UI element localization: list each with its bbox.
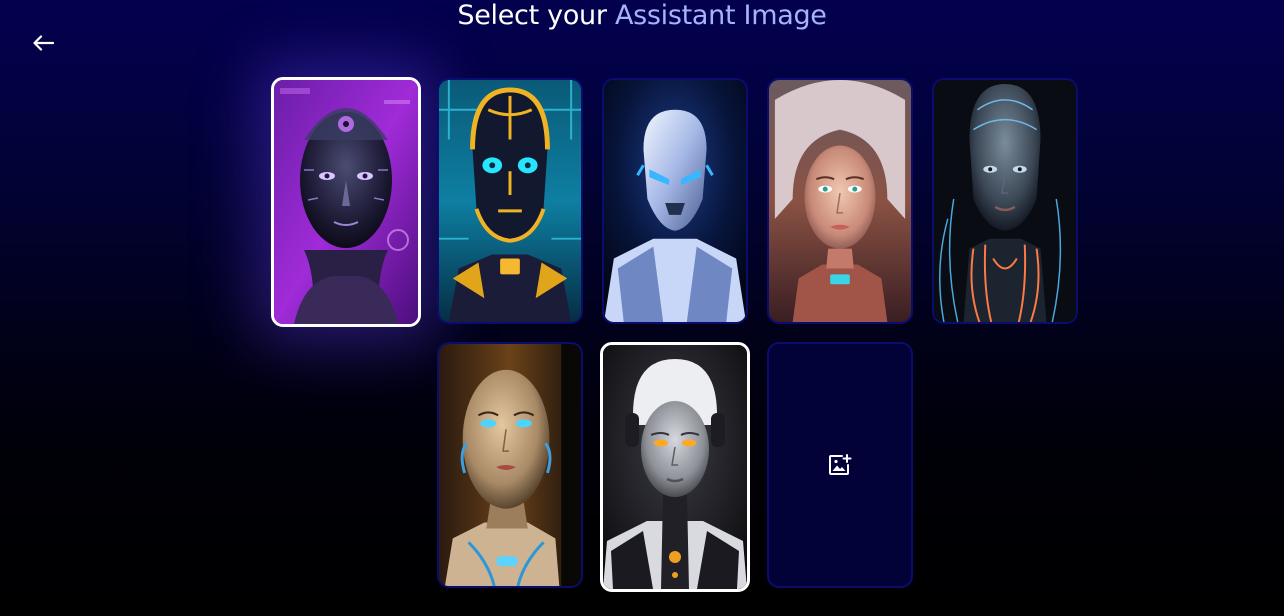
image-card-white-armor-robot[interactable] <box>602 78 748 324</box>
white-armor-robot-image <box>604 80 746 322</box>
back-button[interactable] <box>28 29 58 57</box>
title-prefix: Select your <box>457 0 607 31</box>
title-accent: Assistant Image <box>614 0 827 31</box>
image-card-purple-robot[interactable] <box>271 77 421 327</box>
image-card-silver-android[interactable] <box>600 342 750 592</box>
image-card-tan-android[interactable] <box>437 342 583 588</box>
silver-android-image <box>603 345 747 589</box>
arrow-left-icon <box>33 35 54 51</box>
gold-robot-image <box>439 80 581 322</box>
image-card-wired-woman[interactable] <box>932 78 1078 324</box>
purple-robot-image <box>274 80 418 324</box>
image-card-gold-robot[interactable] <box>437 78 583 324</box>
page-title: Select your Assistant Image <box>0 0 1284 32</box>
tan-android-image <box>439 344 581 586</box>
copper-woman-image <box>769 80 911 322</box>
upload-image-card[interactable] <box>767 342 913 588</box>
image-card-copper-woman[interactable] <box>767 78 913 324</box>
add-image-icon <box>829 454 852 475</box>
wired-woman-image <box>934 80 1076 322</box>
